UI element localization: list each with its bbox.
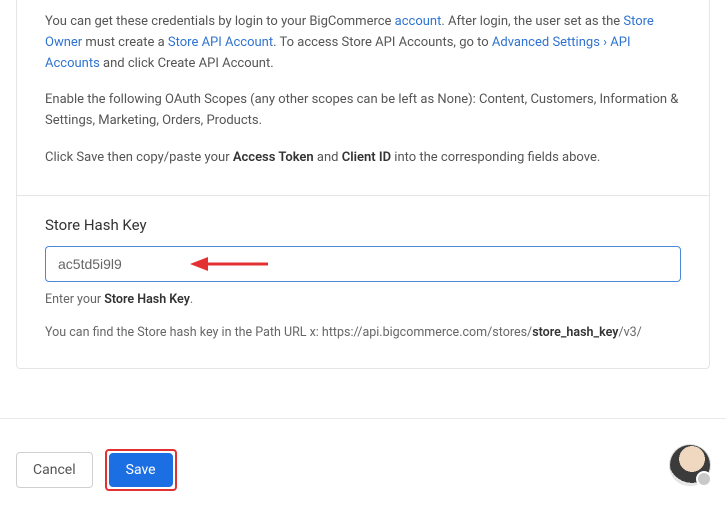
text: . After login, the user set as the [441, 14, 623, 29]
instructions-paragraph-1: You can get these credentials by login t… [45, 12, 681, 74]
access-token-label: Access Token [233, 150, 314, 165]
text: and [314, 150, 342, 165]
store-api-account-link[interactable]: Store API Account [168, 35, 273, 50]
store-hash-key-input[interactable] [45, 246, 681, 282]
instructions-paragraph-3: Click Save then copy/paste your Access T… [45, 148, 681, 169]
store-hash-key-label: Store Hash Key [45, 216, 681, 234]
text: /v3/ [618, 325, 641, 340]
separator [17, 195, 709, 196]
text: . To access Store API Accounts, go to [273, 35, 492, 50]
text: and click Create API Account. [100, 56, 274, 71]
store-hash-key-helper: Enter your Store Hash Key. [45, 292, 681, 307]
client-id-label: Client ID [342, 150, 391, 165]
store-hash-key-location-help: You can find the Store hash key in the P… [45, 325, 681, 340]
account-link[interactable]: account [395, 14, 442, 29]
text-bold: store_hash_key [532, 325, 618, 340]
settings-card: You can get these credentials by login t… [16, 0, 710, 369]
text: You can get these credentials by login t… [45, 14, 395, 29]
save-button[interactable]: Save [109, 453, 173, 487]
text: Enter your [45, 292, 104, 307]
avatar[interactable] [670, 445, 710, 485]
text: must create a [82, 35, 168, 50]
instructions-paragraph-2: Enable the following OAuth Scopes (any o… [45, 90, 681, 132]
cancel-button[interactable]: Cancel [16, 452, 93, 488]
save-button-highlight: Save [105, 449, 177, 491]
text-bold: Store Hash Key [104, 292, 190, 307]
text: You can find the Store hash key in the P… [45, 325, 532, 340]
text: into the corresponding fields above. [391, 150, 600, 165]
footer-bar: Cancel Save [0, 418, 726, 511]
input-container [45, 246, 681, 282]
text: . [190, 292, 193, 307]
text: Click Save then copy/paste your [45, 150, 233, 165]
